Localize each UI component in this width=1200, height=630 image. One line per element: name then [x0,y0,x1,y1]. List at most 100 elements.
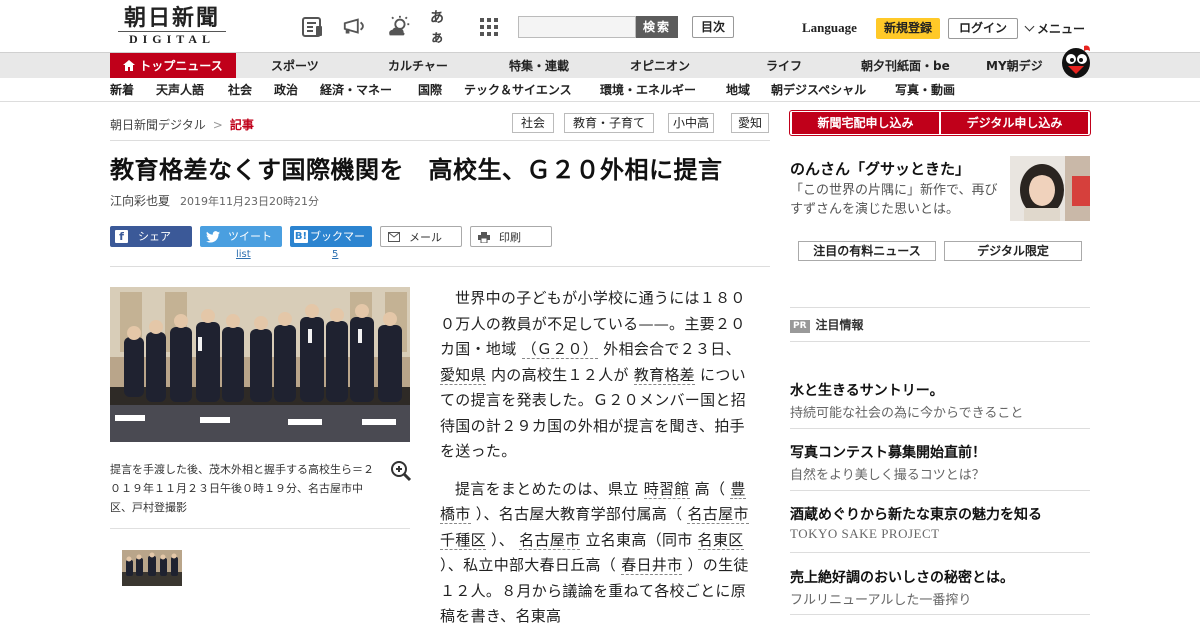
nav-item-politics[interactable]: 政治 [274,78,298,102]
grid-menu-icon[interactable] [476,14,502,40]
nav-item-tenseijingo[interactable]: 天声人語 [156,78,204,102]
facebook-share-button[interactable]: f シェア [110,226,192,247]
nav-item-culture[interactable]: カルチャー [388,53,448,79]
share-label: メール [409,231,442,244]
twitter-bird-icon [206,231,220,243]
tag-society[interactable]: 社会 [512,113,554,133]
divider [790,490,1090,491]
register-button[interactable]: 新規登録 [876,18,940,39]
search-input[interactable] [518,16,636,38]
keyword-link[interactable]: 名古屋市 [519,530,581,550]
photo-thumbnail[interactable] [122,550,182,586]
breadcrumb-separator: > [212,118,223,132]
nav-item-top-news[interactable]: トップニュース [110,53,236,79]
tag-education[interactable]: 教育・子育て [564,113,654,133]
tag-aichi[interactable]: 愛知 [731,113,769,133]
pr-item-subtitle[interactable]: 自然をより美しく撮るコツとは？ [790,464,985,483]
divider [110,528,410,529]
article-photo[interactable] [110,287,410,442]
menu-button[interactable]: メニュー [1024,20,1086,37]
text: ）、名古屋大教育学部付属高（ [475,505,683,523]
printer-icon [478,232,490,243]
author-name[interactable]: 江向彩也夏 [110,194,170,208]
newspaper-icon[interactable] [300,14,326,40]
photo-caption: 提言を手渡した後、茂木外相と握手する高校生ら＝２０１９年１１月２３日午後０時１９… [110,463,374,514]
logo-japanese: 朝日新聞 [123,5,220,31]
twitter-share-button[interactable]: ツイート [200,226,282,247]
nav-item-tech-science[interactable]: テック＆サイエンス [464,78,572,102]
nav-item-special[interactable]: 朝デジスペシャル [771,78,866,102]
nav-item-international[interactable]: 国際 [418,78,442,102]
breadcrumb: 朝日新聞デジタル > 記事 [110,116,254,133]
text: 外相会合で２３日、 [603,340,741,358]
print-button[interactable]: 印刷 [470,226,552,247]
zoom-icon[interactable] [390,460,412,482]
share-label: 印刷 [499,231,521,244]
text: 立名東高（同市 [585,530,693,549]
mascot-icon[interactable] [1054,44,1094,78]
nav-item-economy[interactable]: 経済・マネー [320,78,392,102]
breadcrumb-current: 記事 [229,118,254,132]
nav-item-photo-video[interactable]: 写真・動画 [895,78,955,102]
keyword-link[interactable]: （Ｇ２０） [521,340,599,359]
pr-item-title[interactable]: 酒蔵めぐりから新たな東京の魅力を知る [790,504,1042,524]
nav-item-environment[interactable]: 環境・エネルギー [600,78,696,102]
weather-icon[interactable] [386,14,412,40]
login-button[interactable]: ログイン [948,18,1018,39]
feature-title[interactable]: のんさん「グサッときた」 [790,158,970,179]
megaphone-icon[interactable] [342,14,368,40]
nav-item-opinion[interactable]: オピニオン [630,53,690,79]
divider [790,307,1090,308]
menu-label: メニュー [1037,22,1086,36]
site-header: 朝日新聞 DIGITAL あぁ 検索 目次 Language 新規登録 ログイン… [0,0,1200,52]
nav-item-paper[interactable]: 朝夕刊紙面・be [861,53,950,79]
pr-item-subtitle[interactable]: TOKYO SAKE PROJECT [790,526,940,542]
hatena-count[interactable]: 5 [332,249,338,260]
pr-item-title[interactable]: 写真コンテスト募集開始直前！ [790,442,986,462]
text: 高（ [694,479,726,498]
mail-share-button[interactable]: メール [380,226,462,247]
nav-item-region[interactable]: 地域 [726,78,750,102]
search-button[interactable]: 検索 [636,16,678,38]
facebook-icon: f [115,230,128,243]
breadcrumb-home[interactable]: 朝日新聞デジタル [110,118,206,132]
nav-item-features[interactable]: 特集・連載 [509,53,569,79]
nav-item-my-asadigi[interactable]: MY朝デジ [986,53,1043,79]
keyword-link[interactable]: 愛知県 [440,365,486,385]
pr-item-title[interactable]: 売上絶好調のおいしさの秘密とは。 [790,567,1014,587]
feature-description[interactable]: 「この世界の片隅に」新作で、再びすずさんを演じた思いとは。 [790,181,1002,219]
newspaper-subscribe-button[interactable]: 新聞宅配申し込み [792,112,939,134]
nav-item-life[interactable]: ライフ [766,53,802,79]
keyword-link[interactable]: 千種区 [440,530,486,550]
chevron-down-icon [1024,21,1035,32]
nav-item-new[interactable]: 新着 [110,78,134,102]
keyword-link[interactable]: 春日井市 [621,556,683,575]
keyword-link[interactable]: 名古屋市 [687,505,749,524]
contents-button[interactable]: 目次 [692,16,734,38]
font-size-icon[interactable]: あぁ [430,10,456,46]
article-byline: 江向彩也夏 2019年11月23日20時21分 [110,192,319,209]
text: 内の高校生１２人が [490,365,629,384]
digital-subscribe-button[interactable]: デジタル申し込み [941,112,1088,134]
keyword-link[interactable]: 教育格差 [633,365,695,385]
divider [790,614,1090,615]
pr-item-title[interactable]: 水と生きるサントリー。 [790,380,944,400]
keyword-link[interactable]: 時習館 [643,479,690,499]
digital-only-button[interactable]: デジタル限定 [944,241,1082,261]
language-link[interactable]: Language [802,20,857,36]
pr-item-subtitle[interactable]: 持続可能な社会の為に今からできること [790,402,1023,421]
feature-image[interactable] [1010,156,1090,221]
hatena-bookmark-button[interactable]: B! ブックマーク [290,226,372,264]
secondary-nav: 新着 天声人語 社会 政治 経済・マネー 国際 テック＆サイエンス 環境・エネル… [0,78,1200,102]
nav-item-sports[interactable]: スポーツ [271,53,319,79]
tag-school[interactable]: 小中高 [668,113,714,133]
text: ）、 [490,530,515,549]
twitter-list-link[interactable]: list [236,249,251,260]
pr-item-subtitle[interactable]: フルリニューアルした一番搾り [790,589,971,608]
nav-item-society[interactable]: 社会 [228,78,252,102]
paid-news-button[interactable]: 注目の有料ニュース [798,241,936,261]
site-logo[interactable]: 朝日新聞 DIGITAL [112,6,232,48]
article-body: 世界中の子どもが小学校に通うには１８００万人の教員が不足している——。主要２０カ… [440,286,755,630]
logo-english: DIGITAL [128,32,216,46]
keyword-link[interactable]: 名東区 [697,530,744,550]
